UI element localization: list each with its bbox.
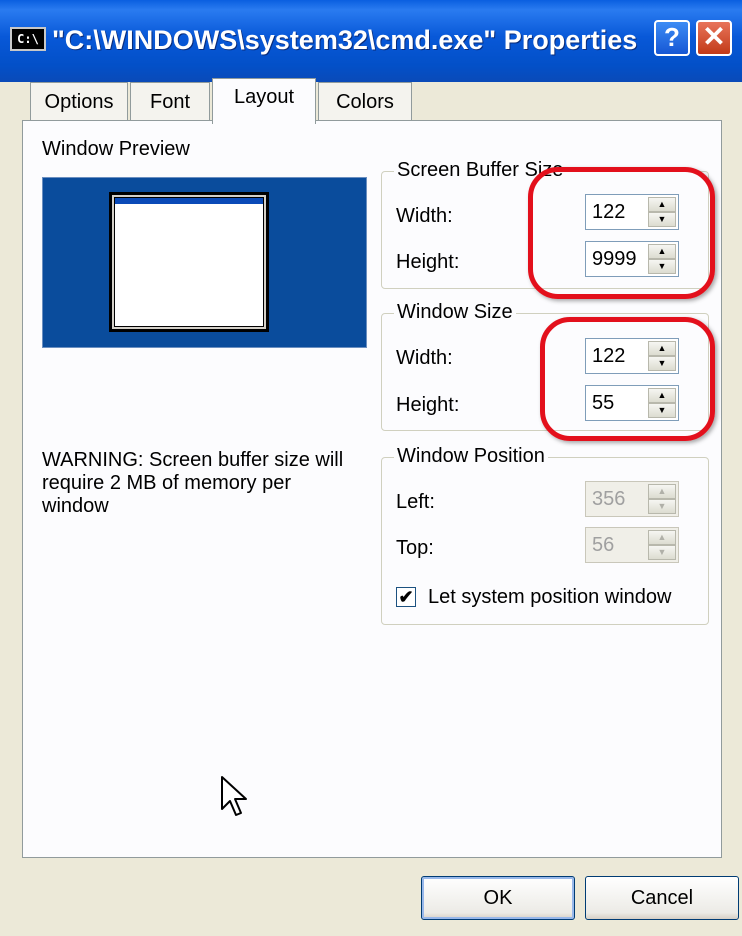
annotation-circle-buffer — [528, 167, 715, 299]
close-button[interactable]: ✕ — [696, 20, 732, 56]
spin-down-arrow-icon: ▼ — [648, 545, 676, 560]
tab-font[interactable]: Font — [130, 82, 210, 120]
position-top-input — [586, 528, 646, 562]
title-bar[interactable]: C:\ "C:\WINDOWS\system32\cmd.exe" Proper… — [0, 0, 742, 82]
position-top-spinner: ▲ ▼ — [585, 527, 679, 563]
position-top-spin-buttons: ▲ ▼ — [648, 530, 676, 560]
let-system-position-label[interactable]: Let system position window — [428, 585, 671, 609]
let-system-position-checkbox[interactable]: ✔ — [396, 587, 416, 607]
position-left-input — [586, 482, 646, 516]
tab-colors[interactable]: Colors — [318, 82, 412, 120]
window-title: "C:\WINDOWS\system32\cmd.exe" Properties — [52, 25, 638, 55]
preview-console-window — [109, 192, 269, 332]
position-left-spin-buttons: ▲ ▼ — [648, 484, 676, 514]
buffer-height-label: Height: — [396, 251, 460, 273]
window-width-label: Width: — [396, 347, 453, 369]
mouse-cursor-icon — [221, 776, 247, 816]
cmd-icon: C:\ — [10, 27, 46, 51]
annotation-circle-window-size — [540, 317, 715, 441]
window-preview — [42, 177, 367, 348]
tab-layout[interactable]: Layout — [212, 78, 316, 124]
window-preview-label: Window Preview — [42, 138, 190, 160]
window-position-legend: Window Position — [394, 444, 548, 468]
warning-text-line3: window — [42, 495, 109, 517]
help-button[interactable]: ? — [654, 20, 690, 56]
position-top-label: Top: — [396, 537, 434, 559]
cancel-button[interactable]: Cancel — [585, 876, 739, 920]
spin-up-arrow-icon: ▲ — [648, 484, 676, 499]
window-size-legend: Window Size — [394, 300, 516, 324]
warning-text-line2: require 2 MB of memory per — [42, 472, 291, 494]
spin-up-arrow-icon: ▲ — [648, 530, 676, 545]
tab-options[interactable]: Options — [30, 82, 128, 120]
warning-text-line1: WARNING: Screen buffer size will — [42, 449, 344, 471]
ok-button[interactable]: OK — [421, 876, 575, 920]
position-left-spinner: ▲ ▼ — [585, 481, 679, 517]
preview-window-titlebar — [115, 198, 263, 204]
buffer-width-label: Width: — [396, 205, 453, 227]
spin-down-arrow-icon: ▼ — [648, 499, 676, 514]
window-height-label: Height: — [396, 394, 460, 416]
position-left-label: Left: — [396, 491, 435, 513]
